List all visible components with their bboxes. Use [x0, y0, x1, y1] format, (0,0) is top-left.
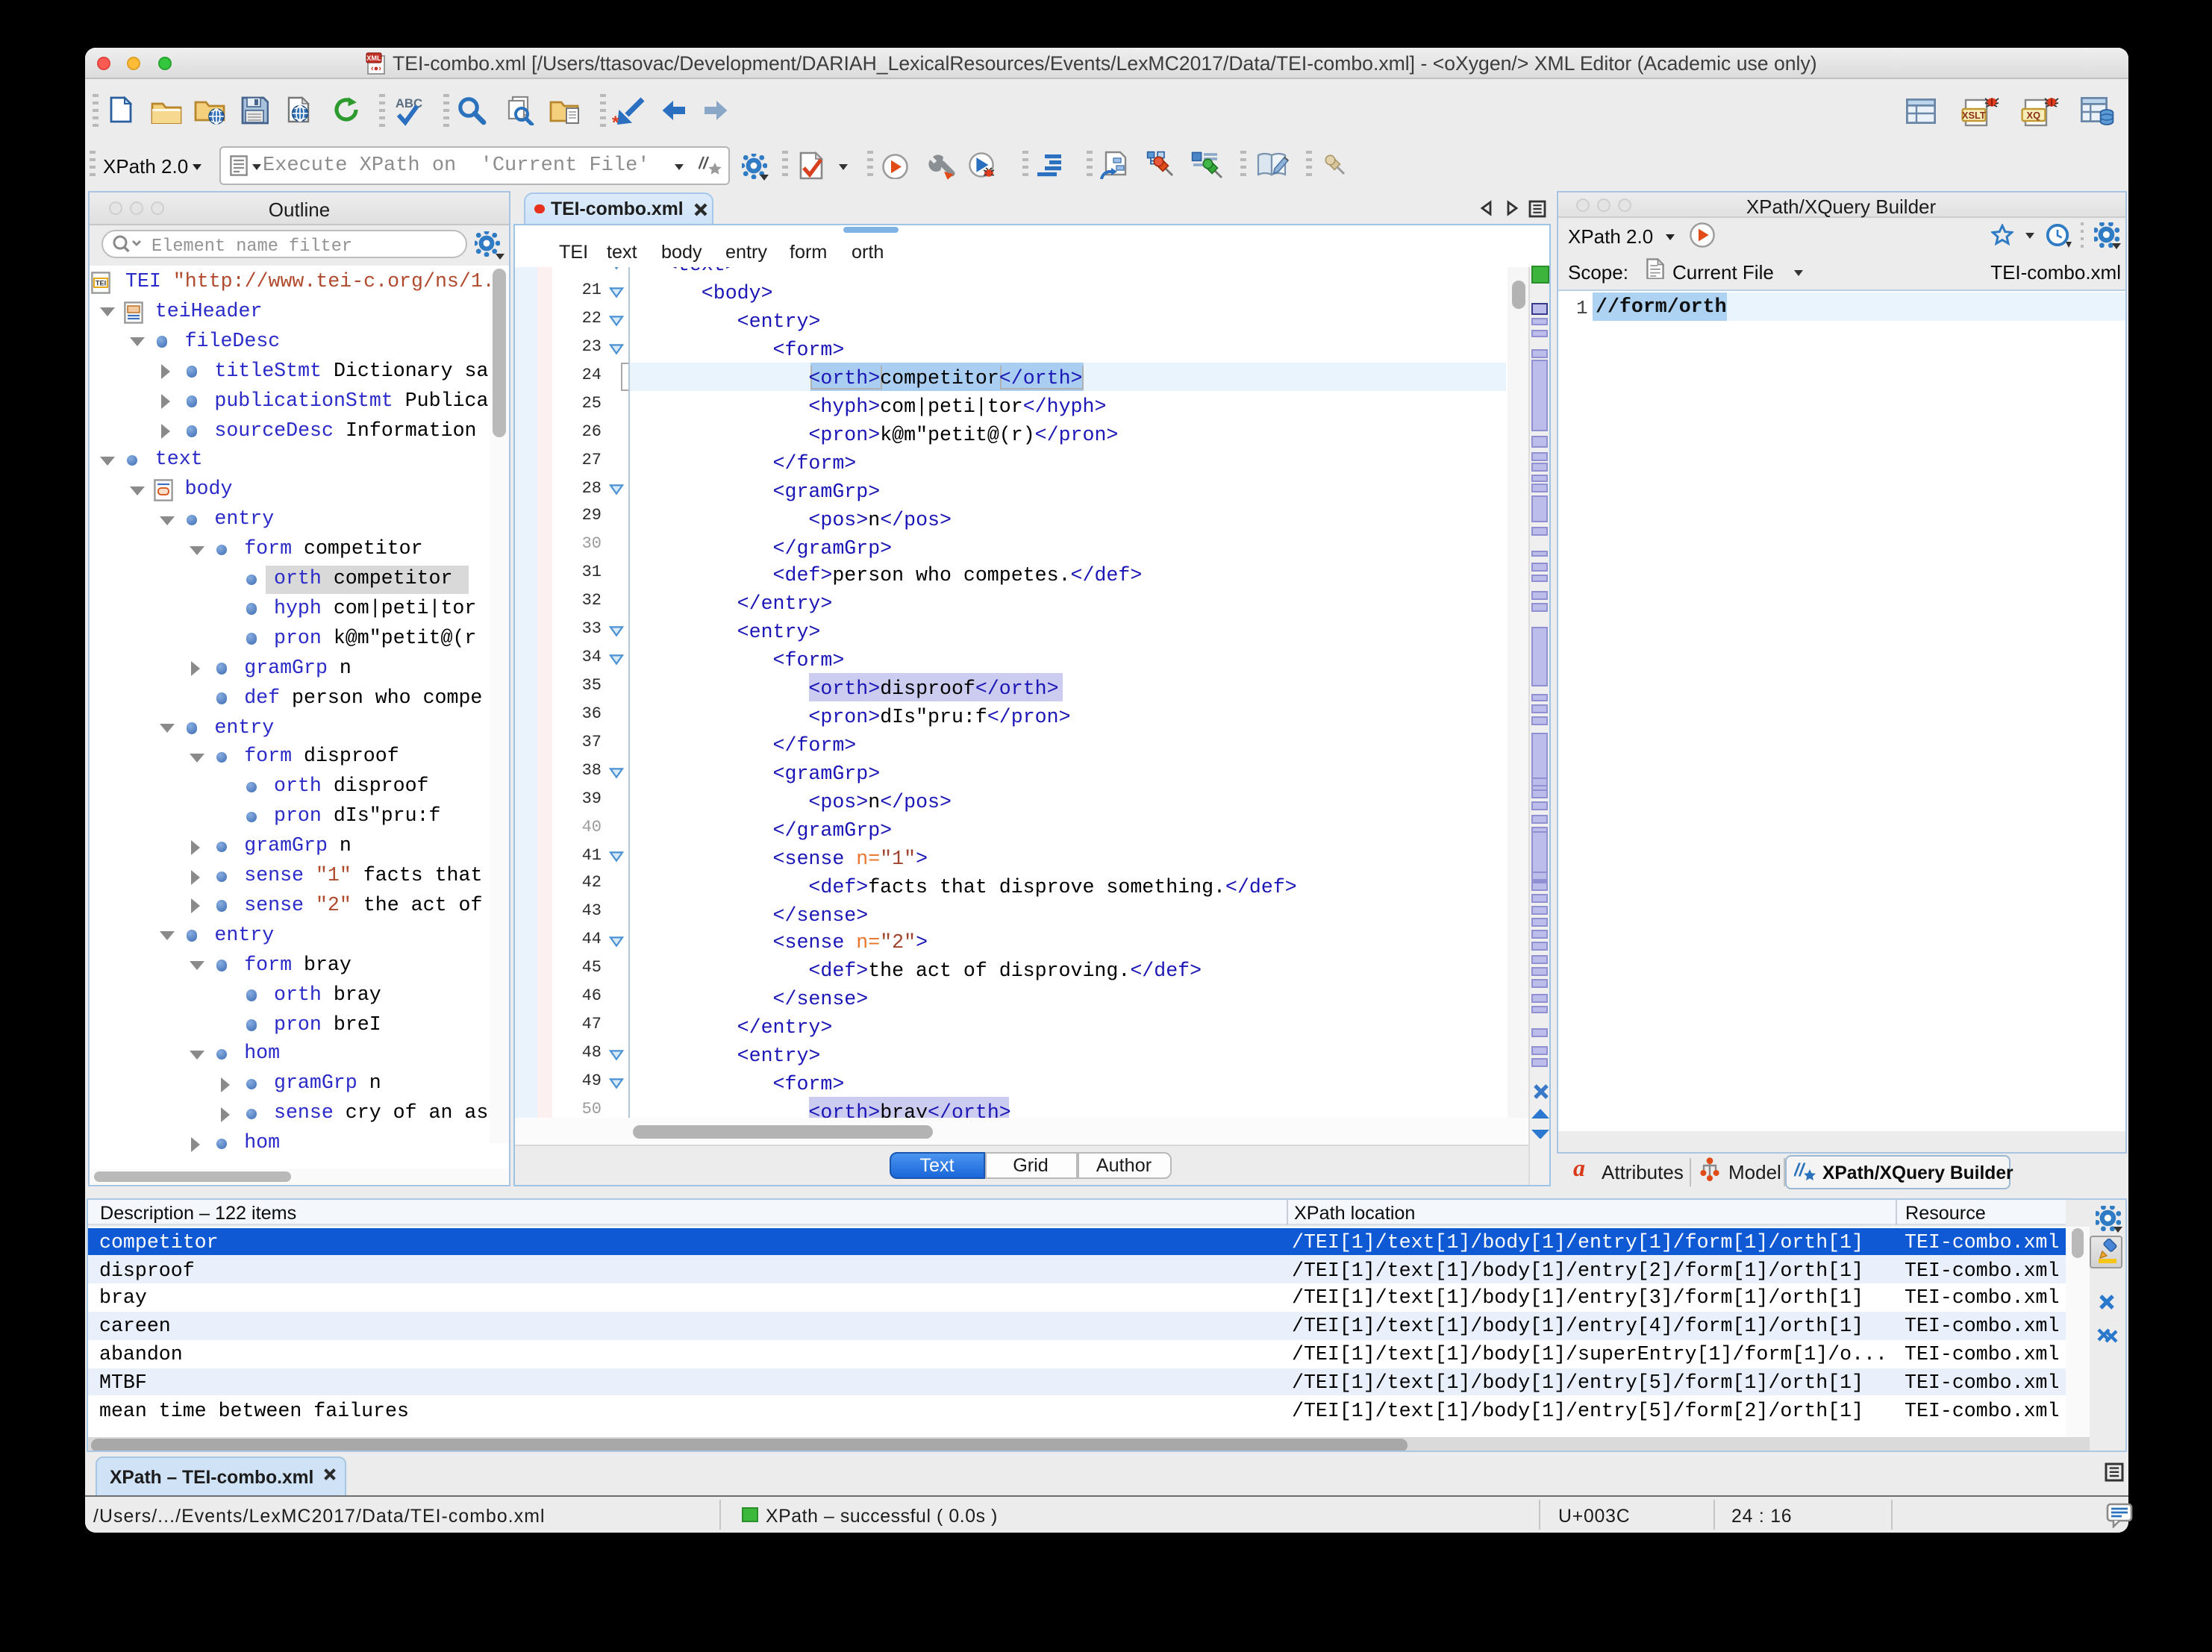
- svg-text://: //: [699, 154, 710, 172]
- svg-text:XML: XML: [366, 54, 381, 62]
- svg-text:ABC: ABC: [396, 96, 422, 110]
- svg-text://: //: [1794, 1160, 1806, 1180]
- svg-text:XSLT: XSLT: [1961, 109, 1985, 120]
- svg-text:XQ: XQ: [2026, 109, 2040, 120]
- svg-text:*: *: [612, 112, 619, 126]
- svg-text:TEI: TEI: [96, 280, 106, 287]
- svg-text:‹●›: ‹●›: [371, 64, 381, 73]
